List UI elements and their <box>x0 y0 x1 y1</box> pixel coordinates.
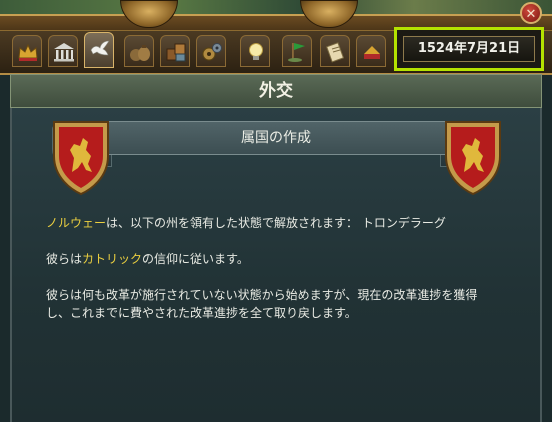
religion-name[interactable]: カトリック <box>82 252 142 266</box>
tab-trade[interactable] <box>160 35 190 67</box>
religion-text: 彼らはカトリックの信仰に従います。 <box>46 250 516 268</box>
country-name[interactable]: ノルウェー <box>46 216 106 230</box>
reform-line: し、これまでに費やされた改革進捗を全て取り戻します。 <box>46 306 357 320</box>
ideas-lightbulb-icon <box>249 43 263 60</box>
release-provinces-text: ノルウェーは、以下の州を領有した状態で解放されます： トロンデラーグ <box>46 214 516 232</box>
tab-court[interactable] <box>12 35 42 67</box>
government-building-icon <box>54 43 74 62</box>
tab-government[interactable] <box>48 35 78 67</box>
shield-icon <box>53 121 109 196</box>
game-date[interactable]: 1524年7月21日 <box>403 36 535 62</box>
window-title: 外交 <box>259 81 293 101</box>
tab-missions[interactable] <box>282 35 312 67</box>
reform-text: 彼らは何も改革が施行されていない状態から始めますが、現在の改革進捗を獲得 し、こ… <box>46 286 516 322</box>
tab-diplomacy[interactable] <box>84 32 114 68</box>
decisions-scroll-icon <box>326 42 345 63</box>
tab-military[interactable] <box>356 35 386 67</box>
tab-technology[interactable] <box>196 35 226 67</box>
trade-crates-icon <box>166 43 186 62</box>
technology-gears-icon <box>202 43 222 61</box>
close-icon: ✕ <box>525 7 537 22</box>
close-button[interactable]: ✕ <box>520 2 542 24</box>
military-icon <box>364 46 380 59</box>
tab-economy[interactable] <box>124 35 154 67</box>
crown-icon <box>18 43 38 61</box>
economy-sacks-icon <box>130 45 150 61</box>
religion-prefix: 彼らは <box>46 252 83 266</box>
shield-icon <box>445 121 501 196</box>
dove-icon <box>90 40 110 56</box>
date-highlight-box: 1524年7月21日 <box>394 27 544 71</box>
subheader-title: 属国の作成 <box>241 130 311 146</box>
tab-decisions[interactable] <box>320 35 350 67</box>
subheader-banner: 属国の作成 <box>104 121 448 155</box>
window-title-bar: 外交 <box>10 74 542 108</box>
release-description: は、以下の州を領有した状態で解放されます： トロンデラーグ <box>106 216 446 230</box>
reform-line: 彼らは何も改革が施行されていない状態から始めますが、現在の改革進捗を獲得 <box>46 288 478 302</box>
tab-ideas[interactable] <box>240 35 270 67</box>
missions-flag-icon <box>288 43 305 62</box>
religion-suffix: の信仰に従います。 <box>142 252 249 266</box>
